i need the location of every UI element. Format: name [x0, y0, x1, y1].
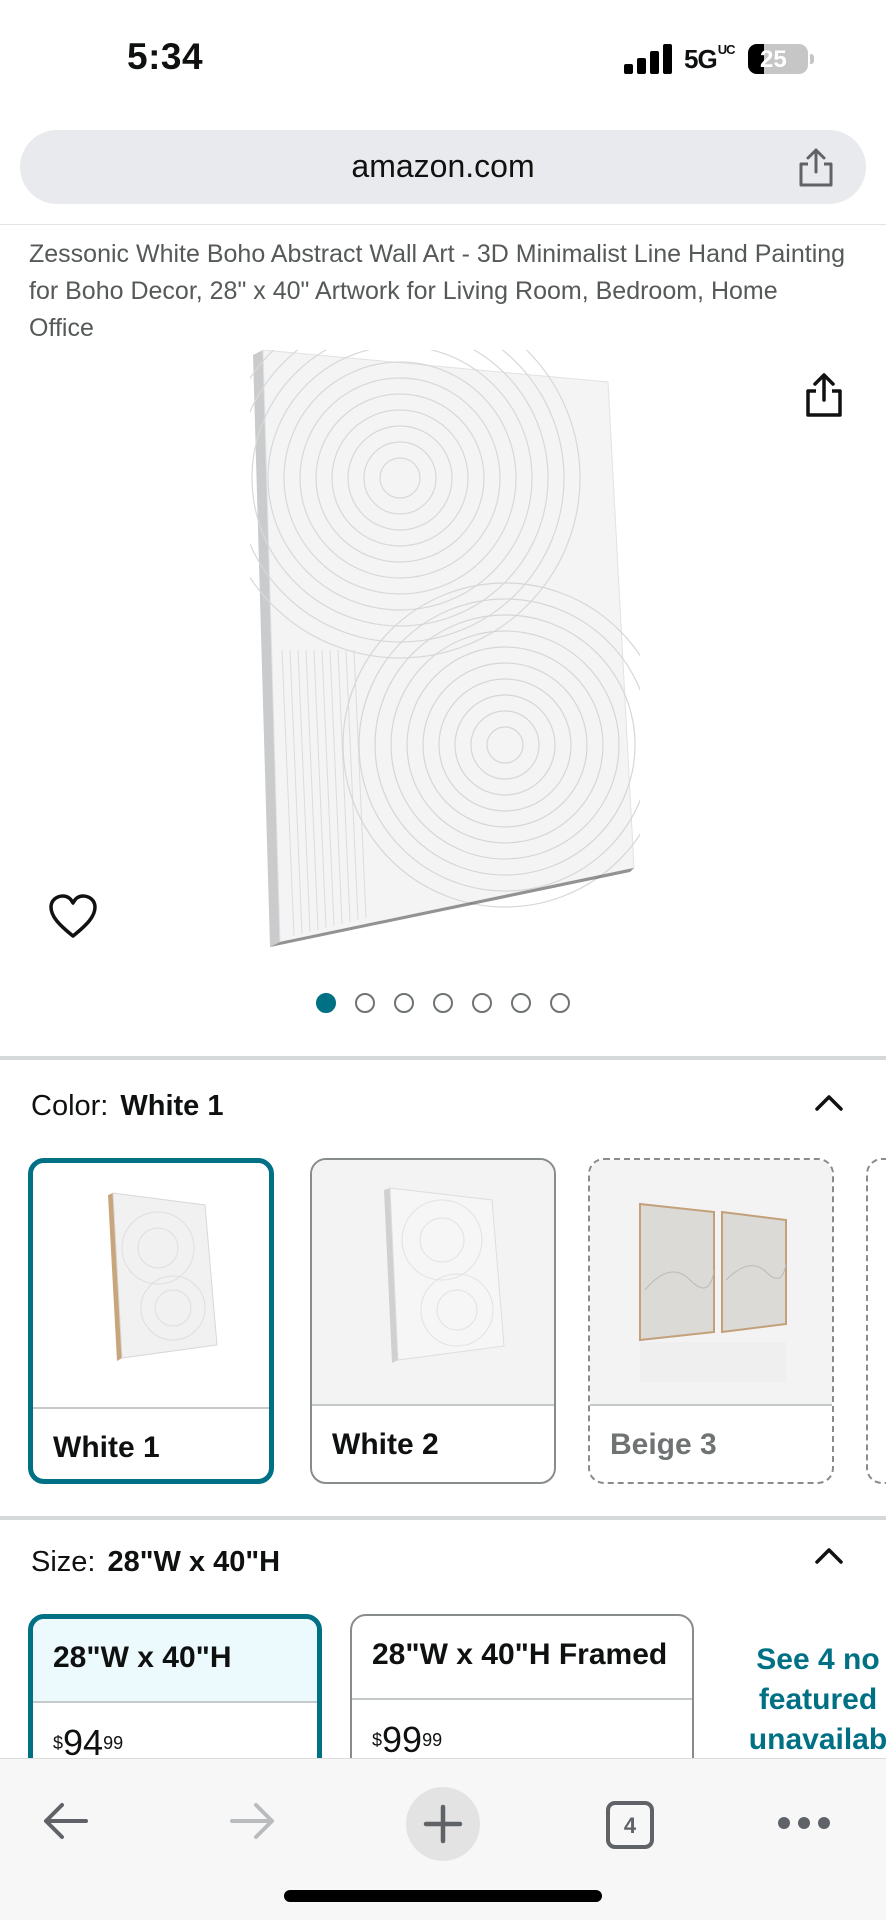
chevron-up-icon[interactable]	[814, 1545, 844, 1565]
battery-icon: 25	[748, 44, 814, 74]
battery-level: 25	[760, 46, 787, 73]
carousel-dot[interactable]	[472, 993, 492, 1013]
color-variation-header: Color: White 1	[31, 1090, 223, 1123]
tab-count: 4	[623, 1813, 637, 1838]
new-tab-button[interactable]	[406, 1787, 480, 1861]
header-divider	[0, 224, 886, 225]
carousel-dot[interactable]	[433, 993, 453, 1013]
plus-icon	[423, 1804, 463, 1844]
size-option-28x40-framed[interactable]: 28"W x 40"H Framed $9999	[350, 1614, 694, 1774]
size-option-28x40[interactable]: 28"W x 40"H $9499	[28, 1614, 322, 1774]
see-unavailable-options-link[interactable]: See 4 no featured unavailab	[738, 1640, 886, 1760]
wishlist-heart-icon[interactable]	[48, 894, 98, 940]
forward-arrow-icon[interactable]	[228, 1799, 278, 1843]
address-bar[interactable]: amazon.com	[20, 130, 866, 204]
swatch-image	[33, 1163, 269, 1407]
cellular-signal-icon	[624, 44, 672, 74]
network-type: 5GUC	[684, 42, 736, 74]
carousel-dot[interactable]	[550, 993, 570, 1013]
color-label: Color:	[31, 1090, 109, 1122]
url-text[interactable]: amazon.com	[20, 148, 866, 185]
network-badge: UC	[717, 42, 736, 57]
size-option-label: 28"W x 40"H	[53, 1641, 232, 1674]
size-selected-value: 28"W x 40"H	[107, 1546, 281, 1578]
chevron-up-icon[interactable]	[814, 1092, 844, 1112]
color-option-beige-3[interactable]: Beige 3	[588, 1158, 834, 1484]
status-bar: 5:34 5GUC 25	[0, 0, 886, 120]
color-option-white-1[interactable]: White 1	[28, 1158, 274, 1484]
share-icon[interactable]	[796, 146, 836, 188]
size-option-label: 28"W x 40"H Framed	[372, 1638, 668, 1671]
carousel-dot[interactable]	[511, 993, 531, 1013]
size-option-price: $9499	[53, 1722, 124, 1763]
swatch-image	[590, 1160, 832, 1404]
color-option-more[interactable]	[866, 1158, 886, 1484]
swatch-image	[312, 1160, 554, 1404]
home-indicator	[284, 1890, 602, 1902]
swatch-label: Beige 3	[610, 1428, 717, 1461]
image-share-icon[interactable]	[804, 372, 844, 418]
section-divider	[0, 1056, 886, 1060]
section-divider	[0, 1516, 886, 1520]
more-menu-icon[interactable]	[778, 1815, 830, 1831]
color-selected-value: White 1	[120, 1090, 224, 1122]
carousel-dot[interactable]	[316, 993, 336, 1013]
size-option-price: $9999	[372, 1719, 443, 1760]
size-label: Size:	[31, 1546, 96, 1578]
status-time: 5:34	[127, 36, 204, 77]
product-title[interactable]: Zessonic White Boho Abstract Wall Art - …	[29, 236, 849, 347]
size-variation-header: Size: 28"W x 40"H	[31, 1546, 280, 1579]
back-arrow-icon[interactable]	[40, 1799, 90, 1843]
tab-switcher-button[interactable]: 4	[606, 1801, 654, 1849]
carousel-dot[interactable]	[394, 993, 414, 1013]
swatch-label: White 2	[332, 1428, 439, 1461]
carousel-dot[interactable]	[355, 993, 375, 1013]
color-option-white-2[interactable]: White 2	[310, 1158, 556, 1484]
swatch-label: White 1	[53, 1431, 160, 1464]
product-main-image[interactable]	[250, 350, 640, 950]
